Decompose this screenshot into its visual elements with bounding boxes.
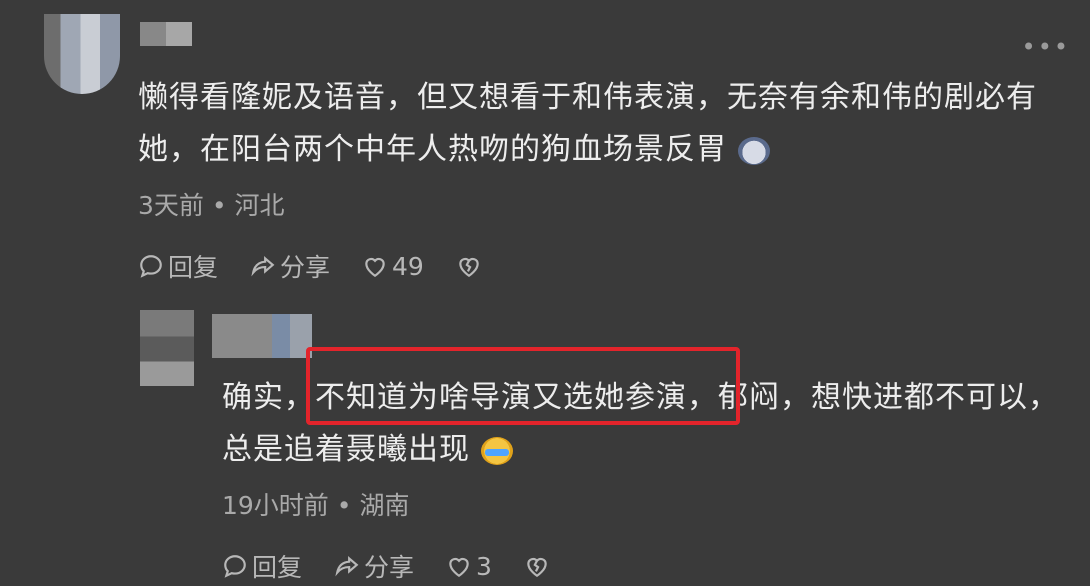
- reply-location: 湖南: [359, 491, 410, 520]
- sad-face-icon: [737, 136, 770, 165]
- reply-icon: [140, 255, 162, 278]
- comment-actions: 回复 分享 49: [138, 248, 518, 284]
- share-button[interactable]: 分享: [334, 548, 414, 584]
- reply-label: 回复: [252, 553, 303, 582]
- like-count: 49: [392, 251, 424, 281]
- laugh-cry-icon: [480, 436, 513, 465]
- reply-icon: [224, 555, 246, 578]
- like-button[interactable]: 3: [446, 552, 492, 581]
- comment-text: 懒得看隆妮及语音，但又想看于和伟表演，无奈有余和伟的剧必有她，在阳台两个中年人热…: [138, 72, 1058, 176]
- username-blurred[interactable]: [140, 22, 192, 46]
- username-blurred[interactable]: [212, 314, 312, 358]
- broken-heart-icon: [527, 557, 547, 578]
- reply-meta: 19小时前 • 湖南: [222, 486, 409, 522]
- comment-time: 3天前: [138, 191, 204, 220]
- comment-location: 河北: [234, 191, 285, 220]
- more-options-icon[interactable]: •••: [1022, 35, 1070, 59]
- share-label: 分享: [364, 553, 415, 582]
- share-icon: [335, 556, 359, 577]
- reply-actions: 回复 分享 3: [222, 548, 586, 584]
- like-count: 3: [476, 551, 492, 581]
- meta-separator: •: [328, 491, 360, 520]
- share-label: 分享: [280, 253, 331, 282]
- meta-separator: •: [203, 191, 235, 220]
- heart-icon: [449, 557, 469, 578]
- reply-label: 回复: [168, 253, 219, 282]
- reply-button[interactable]: 回复: [138, 248, 218, 284]
- reply-button[interactable]: 回复: [222, 548, 302, 584]
- broken-heart-icon: [459, 257, 479, 278]
- comment-meta: 3天前 • 河北: [138, 186, 285, 222]
- comment-body: 懒得看隆妮及语音，但又想看于和伟表演，无奈有余和伟的剧必有她，在阳台两个中年人热…: [138, 80, 1037, 167]
- dislike-button[interactable]: [456, 253, 486, 279]
- reply-time: 19小时前: [222, 491, 329, 520]
- reply-text-start: 确实，: [222, 380, 315, 415]
- heart-icon: [365, 257, 385, 278]
- like-button[interactable]: 49: [362, 252, 424, 281]
- share-button[interactable]: 分享: [250, 248, 330, 284]
- avatar[interactable]: [44, 14, 120, 94]
- share-icon: [251, 256, 275, 277]
- highlight-box: [306, 347, 740, 425]
- avatar[interactable]: [140, 310, 194, 386]
- dislike-button[interactable]: [524, 553, 554, 579]
